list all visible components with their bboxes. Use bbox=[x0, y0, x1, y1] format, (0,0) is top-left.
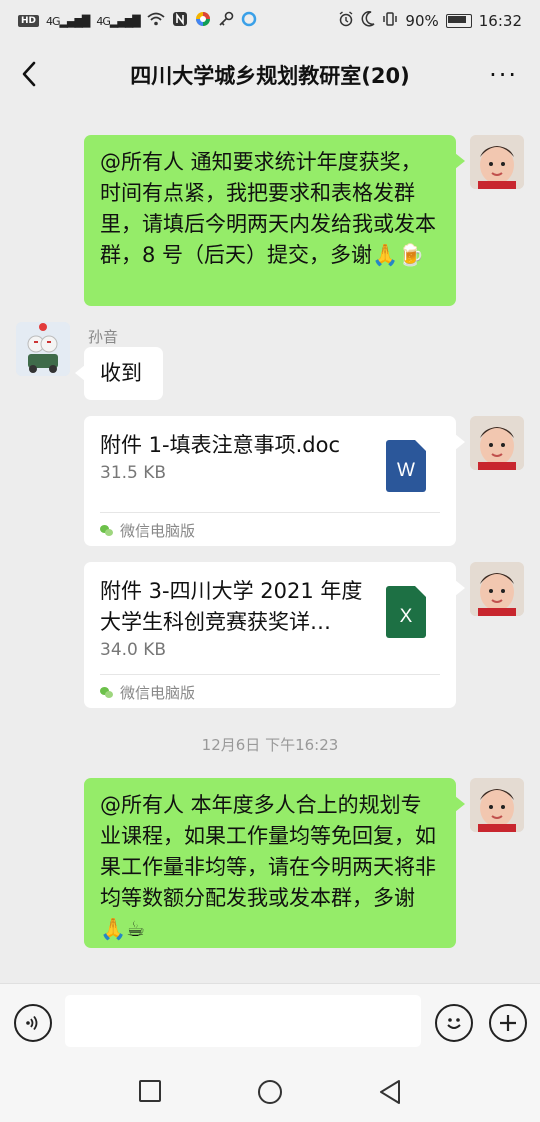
file-divider bbox=[100, 512, 440, 513]
signal-2-label: 4G bbox=[96, 14, 110, 28]
file-card[interactable]: 附件 3-四川大学 2021 年度大学生科创竞赛获奖详… 34.0 KB X 微… bbox=[84, 562, 465, 708]
hd-badge: HD bbox=[18, 15, 40, 27]
message-bubble[interactable]: 收到 bbox=[75, 347, 163, 400]
wechat-icon bbox=[100, 524, 114, 537]
system-nav-bar bbox=[0, 1061, 540, 1122]
file-size: 34.0 KB bbox=[100, 640, 167, 660]
emoji-icon[interactable] bbox=[435, 1004, 473, 1042]
app-colorful-icon bbox=[195, 11, 211, 31]
battery-icon bbox=[445, 14, 472, 28]
key-icon bbox=[218, 11, 234, 31]
file-source: 微信电脑版 bbox=[100, 520, 195, 541]
my-avatar[interactable] bbox=[470, 778, 524, 832]
status-right: 90% 16:32 bbox=[338, 11, 522, 31]
my-avatar[interactable] bbox=[470, 135, 524, 189]
signal-1-label: 4G bbox=[46, 14, 60, 28]
message-bubble[interactable]: @所有人 本年度多人合上的规划专业课程，如果工作量均等免回复，如果工作量非均等，… bbox=[84, 778, 465, 948]
sender-avatar[interactable] bbox=[16, 322, 70, 376]
status-left: HD 4G▂▄▆█ 4G▂▄▆█ bbox=[18, 11, 257, 31]
wechat-icon bbox=[100, 686, 114, 699]
moon-icon bbox=[361, 11, 375, 31]
square-nav-icon[interactable] bbox=[138, 1079, 162, 1107]
more-icon[interactable]: ··· bbox=[489, 60, 518, 90]
wifi-icon bbox=[147, 12, 165, 30]
file-source-label: 微信电脑版 bbox=[120, 684, 196, 702]
file-icon-letter: W bbox=[397, 460, 415, 481]
battery-percent: 90% bbox=[405, 12, 439, 30]
message-text: @所有人 通知要求统计年度获奖，时间有点紧，我把要求和表格发群里，请填后今明两天… bbox=[100, 150, 436, 267]
voice-icon[interactable] bbox=[14, 1004, 52, 1042]
back-icon[interactable] bbox=[18, 59, 46, 89]
message-bubble[interactable]: @所有人 通知要求统计年度获奖，时间有点紧，我把要求和表格发群里，请填后今明两天… bbox=[84, 135, 465, 306]
excel-file-icon: X bbox=[386, 586, 426, 638]
ring-app-icon bbox=[241, 11, 257, 31]
status-bar: HD 4G▂▄▆█ 4G▂▄▆█ 90% 16:32 bbox=[0, 0, 540, 42]
word-file-icon: W bbox=[386, 440, 426, 492]
triangle-nav-icon[interactable] bbox=[378, 1079, 402, 1109]
signal-2-icon: 4G▂▄▆█ bbox=[96, 14, 140, 28]
circle-nav-icon[interactable] bbox=[257, 1079, 283, 1109]
message-text: 收到 bbox=[100, 361, 142, 385]
signal-1-icon: 4G▂▄▆█ bbox=[46, 14, 90, 28]
nav-bar: 四川大学城乡规划教研室(20) ··· bbox=[0, 42, 540, 108]
input-bar bbox=[0, 983, 540, 1062]
nfc-icon bbox=[172, 11, 188, 31]
plus-icon[interactable] bbox=[489, 1004, 527, 1042]
timestamp: 12月6日 下午16:23 bbox=[201, 736, 339, 754]
clock: 16:32 bbox=[478, 12, 522, 30]
file-icon-letter: X bbox=[399, 606, 413, 627]
file-name: 附件 1-填表注意事项.doc bbox=[100, 433, 341, 457]
file-name: 附件 3-四川大学 2021 年度大学生科创竞赛获奖详… bbox=[100, 579, 363, 634]
alarm-icon bbox=[338, 11, 354, 31]
message-input[interactable] bbox=[65, 995, 421, 1047]
my-avatar[interactable] bbox=[470, 562, 524, 616]
file-source-label: 微信电脑版 bbox=[120, 522, 196, 540]
file-source: 微信电脑版 bbox=[100, 682, 195, 703]
message-text: @所有人 本年度多人合上的规划专业课程，如果工作量均等免回复，如果工作量非均等，… bbox=[100, 793, 436, 941]
chat-screen: HD 4G▂▄▆█ 4G▂▄▆█ 90% 16:32 四川大学城乡规划教研室(2… bbox=[0, 0, 540, 1122]
file-card[interactable]: 附件 1-填表注意事项.doc 31.5 KB W 微信电脑版 bbox=[84, 416, 465, 546]
my-avatar[interactable] bbox=[470, 416, 524, 470]
sender-name: 孙音 bbox=[88, 328, 119, 346]
chat-title: 四川大学城乡规划教研室(20) bbox=[130, 64, 410, 88]
file-divider bbox=[100, 674, 440, 675]
vibrate-icon bbox=[382, 11, 398, 31]
